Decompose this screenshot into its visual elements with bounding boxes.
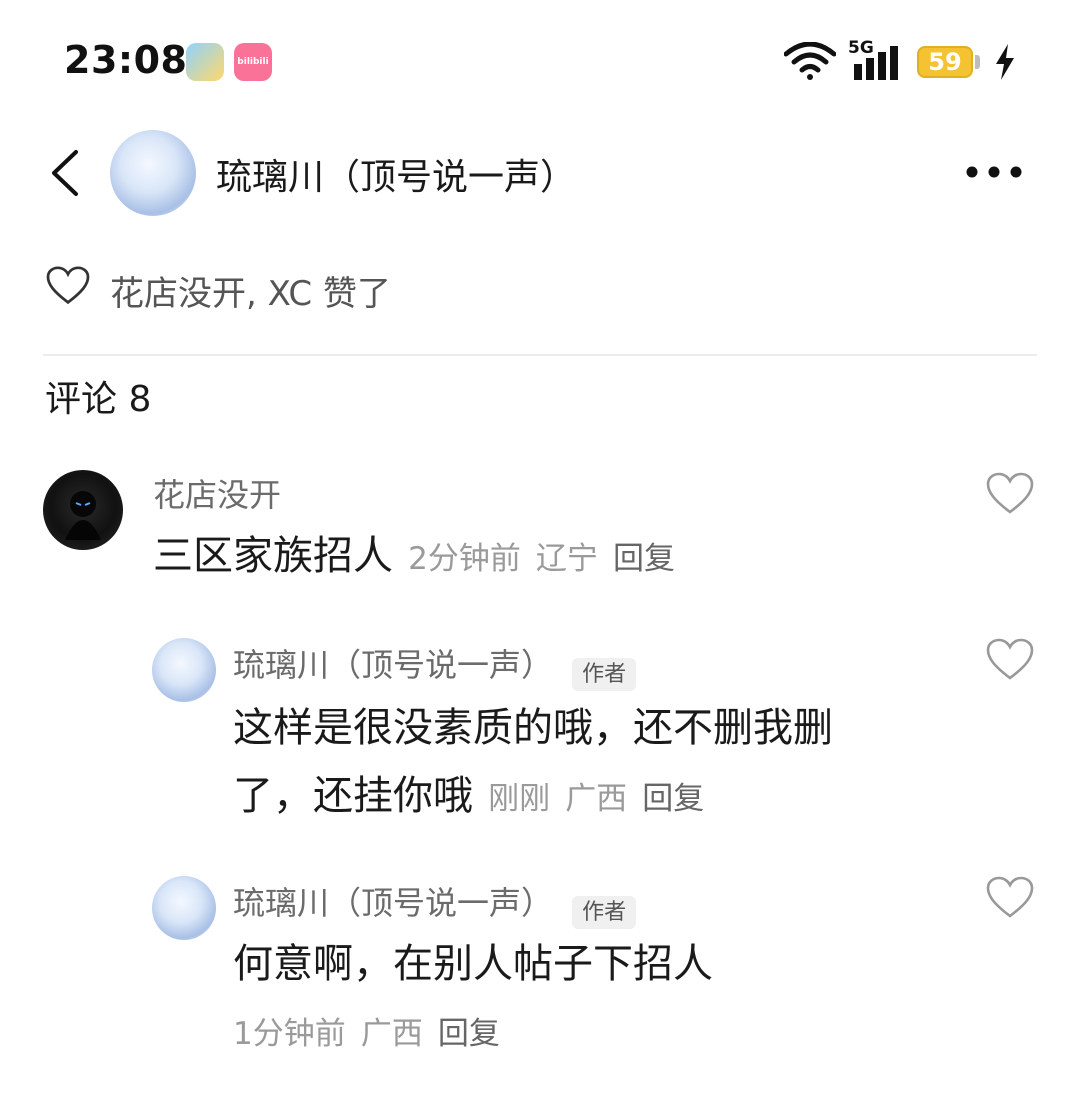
comment-time: 2分钟前 xyxy=(408,541,521,577)
like-heart-icon[interactable] xyxy=(986,876,1034,920)
reply-text: 何意啊，在别人帖子下招人 xyxy=(233,941,713,987)
like-heart-icon[interactable] xyxy=(986,638,1034,682)
comment-text: 三区家族招人 xyxy=(153,533,393,579)
comment-location: 辽宁 xyxy=(535,541,598,577)
reply-header: 琉璃川（顶号说一声） 作者 xyxy=(233,640,637,691)
bilibili-app-icon: bilibili xyxy=(234,43,272,81)
reply-author-avatar[interactable] xyxy=(152,876,216,940)
reply-button[interactable]: 回复 xyxy=(642,781,704,817)
reply-meta: 1分钟前 广西 回复 xyxy=(233,1008,500,1053)
reply-button[interactable]: 回复 xyxy=(613,541,675,577)
reply-author[interactable]: 琉璃川（顶号说一声） xyxy=(233,646,553,684)
commenter-avatar[interactable] xyxy=(43,470,123,550)
page-title: 琉璃川（顶号说一声） xyxy=(216,157,577,198)
reply-text-line1: 这样是很没素质的哦，还不删我删 xyxy=(233,705,833,751)
reply-author-avatar[interactable] xyxy=(152,638,216,702)
reply-location: 广西 xyxy=(565,781,628,817)
qq-app-icon xyxy=(186,43,224,81)
reply-text-line2: 了，还挂你哦 xyxy=(233,773,473,819)
like-heart-icon[interactable] xyxy=(986,472,1034,516)
bilibili-label: bilibili xyxy=(237,57,269,67)
comments-count-title: 评论 8 xyxy=(45,379,152,420)
reply-body: 了，还挂你哦 刚刚 广西 回复 xyxy=(233,762,704,830)
heart-outline-icon[interactable] xyxy=(46,266,90,306)
author-badge: 作者 xyxy=(572,895,637,929)
battery-icon: 59 xyxy=(917,46,973,78)
signal-icon xyxy=(854,46,898,80)
reply-time: 1分钟前 xyxy=(233,1016,346,1052)
battery-tip xyxy=(975,55,980,69)
more-dots-icon[interactable] xyxy=(964,160,1024,184)
reply-author[interactable]: 琉璃川（顶号说一声） xyxy=(233,884,553,922)
reply-header: 琉璃川（顶号说一声） 作者 xyxy=(233,878,637,929)
charging-icon xyxy=(996,44,1014,80)
comment-body: 三区家族招人 2分钟前 辽宁 回复 xyxy=(153,522,675,590)
avatar-figure xyxy=(65,491,101,540)
liked-by-text[interactable]: 花店没开, XC 赞了 xyxy=(110,266,391,315)
reply-time: 刚刚 xyxy=(488,781,551,817)
reply-location: 广西 xyxy=(360,1016,423,1052)
comment-author[interactable]: 花店没开 xyxy=(153,470,281,516)
reply-button[interactable]: 回复 xyxy=(438,1016,500,1052)
back-chevron-icon[interactable] xyxy=(48,148,82,198)
wifi-icon xyxy=(784,42,836,80)
author-badge: 作者 xyxy=(572,657,637,691)
author-avatar[interactable] xyxy=(110,130,196,216)
status-time: 23:08 xyxy=(64,38,188,82)
divider xyxy=(43,354,1037,356)
